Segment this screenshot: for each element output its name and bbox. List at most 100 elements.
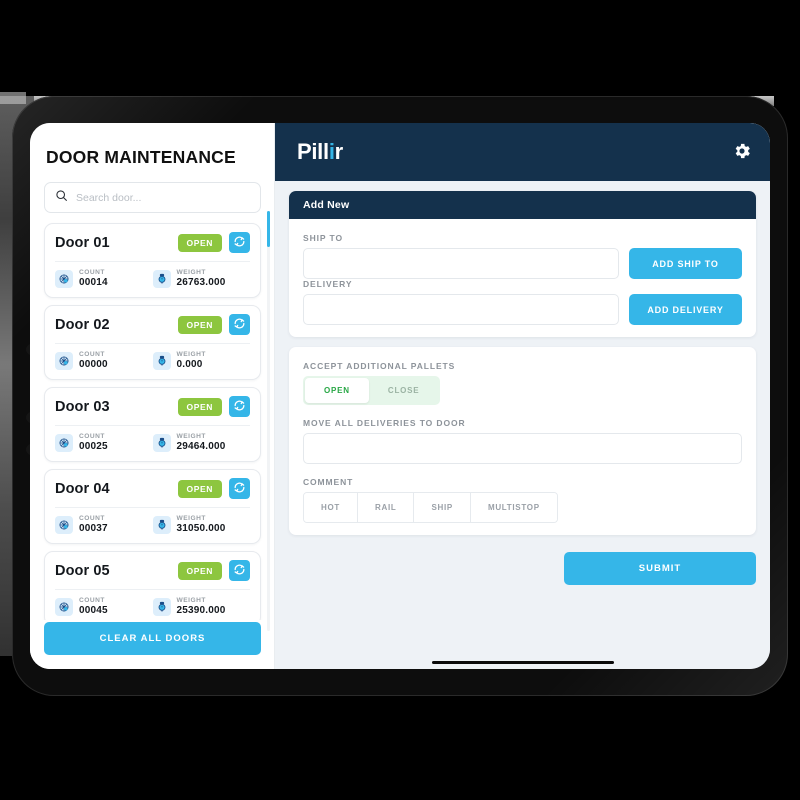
table-row[interactable]: Door 02 OPEN COUNT 00000 WEIGHT 0.000 [44,305,261,381]
status-badge: OPEN [177,233,222,252]
door-metrics: COUNT 00037 WEIGHT 31050.000 [55,515,250,534]
door-card-actions: OPEN [177,232,250,253]
add-delivery-button[interactable]: ADD DELIVERY [629,294,742,325]
status-badge: OPEN [177,479,222,498]
divider [55,589,250,591]
search-input[interactable] [76,191,250,204]
door-card-header: Door 04 OPEN [55,478,250,500]
move-deliveries-input[interactable] [303,433,742,464]
comment-chip-multistop[interactable]: MULTISTOP [470,493,557,522]
background-environment-corner [0,92,26,104]
door-metrics: COUNT 00045 WEIGHT 25390.000 [55,597,250,616]
search-box[interactable] [44,182,261,213]
table-row[interactable]: Door 04 OPEN COUNT 00037 WEIGHT 31050.00… [44,469,261,545]
refresh-icon [233,235,246,251]
metric-label: WEIGHT [176,597,206,605]
metric-label: COUNT [79,597,105,605]
metric-count: COUNT 00000 [55,351,153,370]
delivery-input[interactable] [303,294,619,325]
add-ship-to-button[interactable]: ADD SHIP TO [629,248,742,279]
app-header: Pillir [275,123,770,181]
metric-value: 31050.000 [176,522,226,534]
door-name: Door 04 [55,480,110,497]
metric-count-text: COUNT 00014 [79,269,108,288]
clear-all-section: CLEAR ALL DOORS [30,620,275,669]
metric-label: WEIGHT [176,351,206,359]
door-name: Door 05 [55,562,110,579]
refresh-button[interactable] [229,560,250,582]
refresh-button[interactable] [229,396,250,418]
metric-weight: WEIGHT 29464.000 [152,433,251,452]
comment-chip-ship[interactable]: SHIP [414,493,471,522]
metric-weight: WEIGHT 0.000 [152,351,251,370]
main-content: Pillir Add New SHIP TO ADD SHIP TO DELIV… [275,123,770,669]
add-new-body: SHIP TO ADD SHIP TO DELIVERY ADD DELIVER… [289,219,756,337]
metric-value: 00045 [79,604,108,616]
door-card-actions: OPEN [177,560,250,582]
metric-value: 26763.000 [176,276,226,288]
add-new-header: Add New [289,191,756,219]
metric-weight: WEIGHT 26763.000 [152,269,251,288]
refresh-button[interactable] [229,314,250,336]
main-body: Add New SHIP TO ADD SHIP TO DELIVERY ADD… [275,181,770,669]
ship-to-group: SHIP TO ADD SHIP TO [303,233,742,279]
metric-value: 0.000 [176,358,203,370]
sidebar: DOOR MAINTENANCE Search door... Door 01 … [30,123,275,669]
divider [55,507,250,509]
metric-label: WEIGHT [176,269,206,276]
accept-pallets-label: ACCEPT ADDITIONAL PALLETS [303,361,456,371]
comment-chip-hot[interactable]: HOT [304,493,358,522]
pallet-count-icon [55,433,73,452]
divider [55,261,250,262]
refresh-icon [233,399,246,415]
metric-weight-text: WEIGHT 31050.000 [177,515,226,534]
metric-count-text: COUNT 00025 [79,433,108,452]
comment-chip-rail[interactable]: RAIL [358,493,415,522]
metric-count: COUNT 00014 [55,269,153,288]
metric-weight-text: WEIGHT 0.000 [177,351,206,370]
sidebar-scrollbar[interactable] [267,211,270,631]
search-icon [55,189,68,207]
table-row[interactable]: Door 05 OPEN COUNT 00045 WEIGHT 25390.00… [44,551,261,620]
door-card-header: Door 05 OPEN [55,560,250,582]
tablet-device-frame: DOOR MAINTENANCE Search door... Door 01 … [12,96,788,696]
clear-all-doors-button[interactable]: CLEAR ALL DOORS [44,622,261,655]
door-card-header: Door 03 OPEN [55,396,250,418]
delivery-label: DELIVERY [303,279,353,289]
table-row[interactable]: Door 03 OPEN COUNT 00025 WEIGHT 29464.00… [44,387,261,463]
door-name: Door 02 [55,316,110,333]
metric-value: 25390.000 [176,604,226,616]
door-card-actions: OPEN [177,478,250,500]
divider [55,425,250,427]
metric-label: COUNT [79,351,105,359]
refresh-icon [233,317,246,333]
toggle-option-open[interactable]: OPEN [305,378,369,403]
submit-row: SUBMIT [289,535,756,585]
metric-count-text: COUNT 00045 [79,597,108,616]
metric-value: 00014 [79,276,108,288]
door-card-header: Door 02 OPEN [55,314,250,336]
door-metrics: COUNT 00000 WEIGHT 0.000 [55,351,250,370]
door-card-actions: OPEN [177,314,250,336]
toggle-option-close[interactable]: CLOSE [369,378,439,403]
logo-text: Pill [297,139,329,164]
weight-scale-icon [152,515,171,534]
delivery-row: ADD DELIVERY [303,294,742,325]
refresh-button[interactable] [229,232,250,253]
status-badge: OPEN [177,561,222,580]
comment-chip-group: HOT RAIL SHIP MULTISTOP [303,492,558,523]
status-badge: OPEN [177,315,222,334]
door-name: Door 03 [55,398,110,415]
submit-button[interactable]: SUBMIT [564,552,756,585]
settings-button[interactable] [732,141,752,164]
gear-icon [732,141,752,164]
table-row[interactable]: Door 01 OPEN COUNT 00014 WEIGHT 26763.00… [44,223,261,299]
pallet-count-icon [55,515,73,534]
ship-to-input[interactable] [303,248,619,279]
pallet-count-icon [55,597,73,616]
screenshot-stage: DOOR MAINTENANCE Search door... Door 01 … [0,0,800,800]
accept-pallets-toggle[interactable]: OPEN CLOSE [303,376,441,405]
metric-weight-text: WEIGHT 26763.000 [177,269,226,288]
scrollbar-thumb[interactable] [267,211,270,247]
refresh-button[interactable] [229,478,250,500]
